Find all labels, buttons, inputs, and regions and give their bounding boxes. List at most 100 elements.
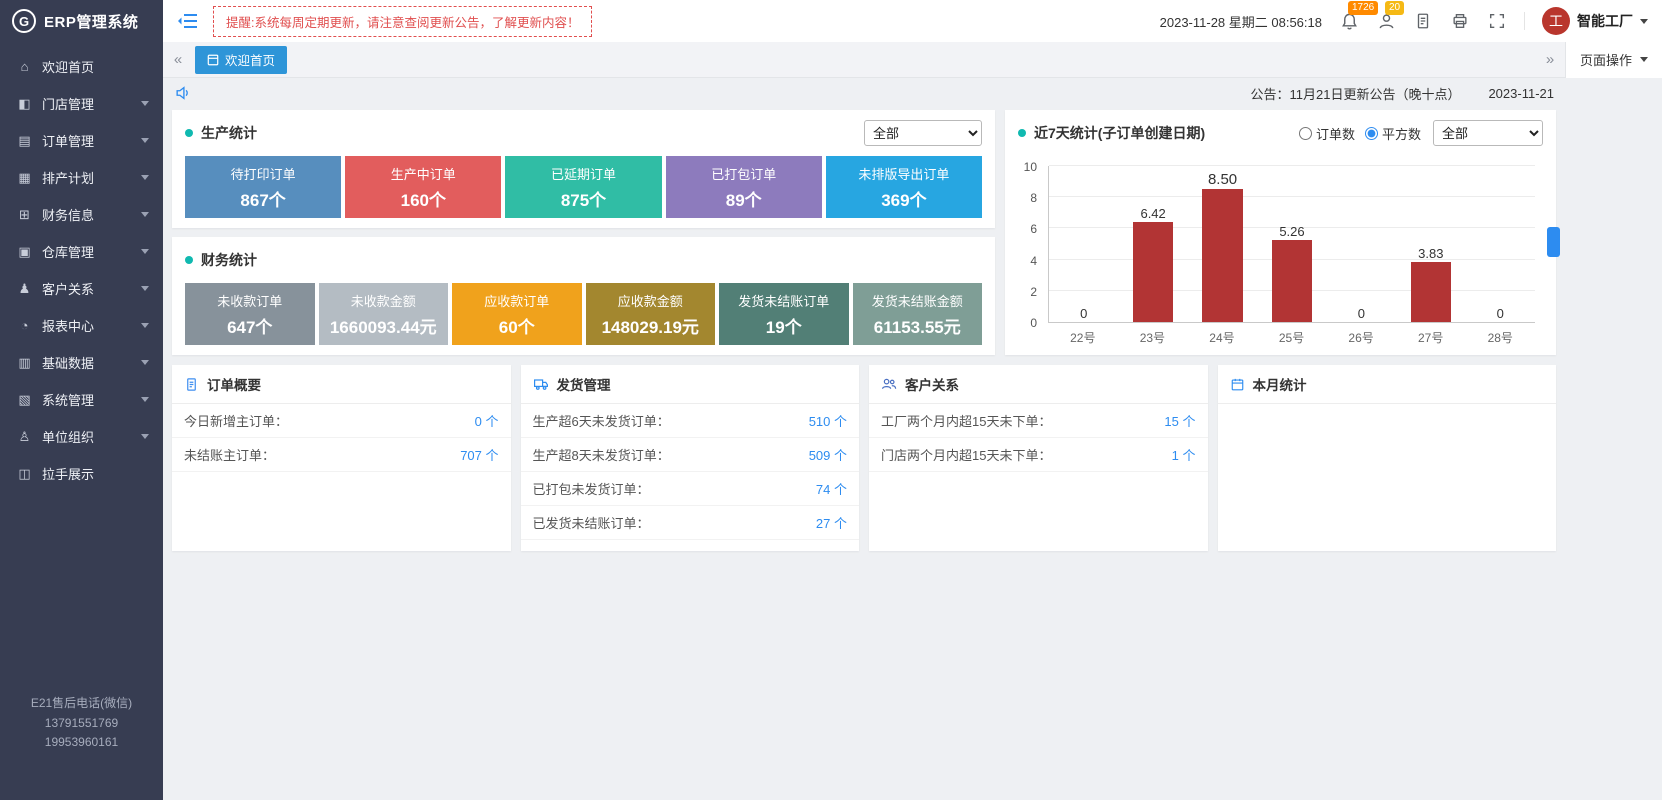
tabs-scroll-left-button[interactable]: « <box>163 51 193 68</box>
stat-tile-unpaid-orders[interactable]: 未收款订单 647个 <box>185 283 315 345</box>
chart-y-axis: 0246810 <box>1018 166 1044 323</box>
chart-filter-select[interactable]: 全部 <box>1433 120 1543 146</box>
app-title: ERP管理系统 <box>44 11 138 32</box>
support-phone-label: E21售后电话(微信) <box>0 694 163 713</box>
finance-stats-card: 财务统计 未收款订单 647个 未收款金额 1660093.44元 <box>172 237 995 355</box>
printer-icon <box>1451 12 1469 30</box>
sidebar-nav: ⌂ 欢迎首页 ◧ 门店管理 ▤ 订单管理 ▦ 排产计划 ⊞ 财务信息 <box>0 48 163 492</box>
chevron-down-icon <box>141 138 149 143</box>
announcement-text[interactable]: 公告：11月21日更新公告（晚十点） <box>1250 84 1460 103</box>
summary-value-link[interactable]: 707 个 <box>460 445 498 464</box>
sidebar-item-org-units[interactable]: ♙ 单位组织 <box>0 418 163 455</box>
chart-bar-slot: 0 <box>1327 166 1396 322</box>
stat-tile-delayed[interactable]: 已延期订单 875个 <box>505 156 661 218</box>
chart-bar <box>1411 262 1451 322</box>
production-filter-select[interactable]: 全部 <box>864 120 982 146</box>
x-tick-label: 25号 <box>1257 325 1327 345</box>
sidebar-item-label: 拉手展示 <box>42 464 94 483</box>
summary-row: 工厂两个月内超15天未下单： 15 个 <box>869 404 1208 438</box>
report-icon: ◔ <box>16 318 33 333</box>
sidebar-item-label: 系统管理 <box>42 390 94 409</box>
radio-square-meters-input[interactable] <box>1365 127 1378 140</box>
hamburger-icon <box>177 12 199 30</box>
radio-order-count-input[interactable] <box>1299 127 1312 140</box>
summary-value-link[interactable]: 1 个 <box>1172 445 1196 464</box>
chevron-down-icon <box>1640 57 1648 62</box>
page-operations-button[interactable]: 页面操作 <box>1565 42 1662 78</box>
truck-icon <box>533 376 549 392</box>
sidebar-item-order-mgmt[interactable]: ▤ 订单管理 <box>0 122 163 159</box>
stat-tile-to-print[interactable]: 待打印订单 867个 <box>185 156 341 218</box>
calendar-icon <box>1230 377 1245 392</box>
tab-welcome-home[interactable]: 欢迎首页 <box>195 46 287 74</box>
sidebar-item-store-mgmt[interactable]: ◧ 门店管理 <box>0 85 163 122</box>
stat-tile-receivable-orders[interactable]: 应收款订单 60个 <box>452 283 582 345</box>
support-phone-1: 13791551769 <box>0 714 163 733</box>
sidebar-item-system-mgmt[interactable]: ▧ 系统管理 <box>0 381 163 418</box>
chart-grid: 06.428.505.2603.830 <box>1048 166 1535 323</box>
order-summary-icon <box>184 377 199 392</box>
bar-chart: 0246810 06.428.505.2603.830 22号23号24号25号… <box>1018 158 1543 345</box>
finance-stat-tiles: 未收款订单 647个 未收款金额 1660093.44元 应收款订单 60个 <box>185 283 982 345</box>
support-phone-2: 19953960161 <box>0 733 163 752</box>
sidebar-item-label: 客户关系 <box>42 279 94 298</box>
bullet-icon <box>1018 129 1026 137</box>
chevron-down-icon <box>141 323 149 328</box>
sidebar-item-production-plan[interactable]: ▦ 排产计划 <box>0 159 163 196</box>
tabs-scroll-right-button[interactable]: » <box>1535 51 1565 68</box>
float-handle[interactable] <box>1547 227 1560 257</box>
sidebar-item-warehouse-mgmt[interactable]: ▣ 仓库管理 <box>0 233 163 270</box>
user-messages-button[interactable]: 20 <box>1376 11 1396 31</box>
chart-bar <box>1202 189 1242 322</box>
summary-value-link[interactable]: 510 个 <box>809 411 847 430</box>
production-stats-card: 生产统计 全部 待打印订单 867个 <box>172 110 995 228</box>
stat-tile-packed[interactable]: 已打包订单 89个 <box>666 156 822 218</box>
chevron-down-icon <box>141 249 149 254</box>
warehouse-icon: ▣ <box>16 244 33 260</box>
sidebar-item-customer-relations[interactable]: ♟ 客户关系 <box>0 270 163 307</box>
summary-value-link[interactable]: 27 个 <box>816 513 847 532</box>
sidebar-item-home[interactable]: ⌂ 欢迎首页 <box>0 48 163 85</box>
production-stats-title: 生产统计 <box>201 123 257 143</box>
document-button[interactable] <box>1413 11 1433 31</box>
stat-tile-shipped-unsettled-orders[interactable]: 发货未结账订单 19个 <box>719 283 849 345</box>
chart-x-labels: 22号23号24号25号26号27号28号 <box>1048 325 1535 345</box>
summary-value-link[interactable]: 509 个 <box>809 445 847 464</box>
stat-tile-unexported[interactable]: 未排版导出订单 369个 <box>826 156 982 218</box>
datetime: 2023-11-28 星期二 08:56:18 <box>1160 12 1322 31</box>
sidebar-item-label: 仓库管理 <box>42 242 94 261</box>
bullet-icon <box>185 256 193 264</box>
radio-square-meters[interactable]: 平方数 <box>1365 124 1421 143</box>
sidebar-toggle-button[interactable] <box>177 12 199 30</box>
print-button[interactable] <box>1450 11 1470 31</box>
sidebar-item-finance-info[interactable]: ⊞ 财务信息 <box>0 196 163 233</box>
sidebar-item-label: 订单管理 <box>42 131 94 150</box>
user-menu[interactable]: 工 智能工厂 <box>1542 7 1648 35</box>
fullscreen-button[interactable] <box>1487 11 1507 31</box>
chevron-down-icon <box>141 175 149 180</box>
sidebar-item-label: 排产计划 <box>42 168 94 187</box>
bar-value-label: 8.50 <box>1208 171 1237 188</box>
x-tick-label: 27号 <box>1396 325 1466 345</box>
sidebar-item-handle-display[interactable]: ◫ 拉手展示 <box>0 455 163 492</box>
radio-order-count[interactable]: 订单数 <box>1299 124 1355 143</box>
store-icon: ◧ <box>16 96 33 112</box>
chart-title: 近7天统计(子订单创建日期) <box>1034 123 1205 143</box>
logo-icon: G <box>12 9 36 33</box>
y-tick-label: 8 <box>1030 191 1037 205</box>
sidebar: G ERP管理系统 ⌂ 欢迎首页 ◧ 门店管理 ▤ 订单管理 ▦ 排产计划 <box>0 0 163 800</box>
bullet-icon <box>185 129 193 137</box>
summary-value-link[interactable]: 0 个 <box>475 411 499 430</box>
summary-value-link[interactable]: 15 个 <box>1164 411 1195 430</box>
document-icon <box>1414 12 1432 30</box>
notification-bell-button[interactable]: 1726 <box>1339 11 1359 31</box>
stat-tile-receivable-amount[interactable]: 应收款金额 148029.19元 <box>586 283 716 345</box>
sidebar-item-base-data[interactable]: ▥ 基础数据 <box>0 344 163 381</box>
content: 公告：11月21日更新公告（晚十点） 2023-11-21 生产统计 <box>163 78 1662 800</box>
divider <box>1524 12 1525 30</box>
stat-tile-in-production[interactable]: 生产中订单 160个 <box>345 156 501 218</box>
summary-value-link[interactable]: 74 个 <box>816 479 847 498</box>
stat-tile-shipped-unsettled-amount[interactable]: 发货未结账金额 61153.55元 <box>853 283 983 345</box>
stat-tile-unpaid-amount[interactable]: 未收款金额 1660093.44元 <box>319 283 449 345</box>
sidebar-item-report-center[interactable]: ◔ 报表中心 <box>0 307 163 344</box>
